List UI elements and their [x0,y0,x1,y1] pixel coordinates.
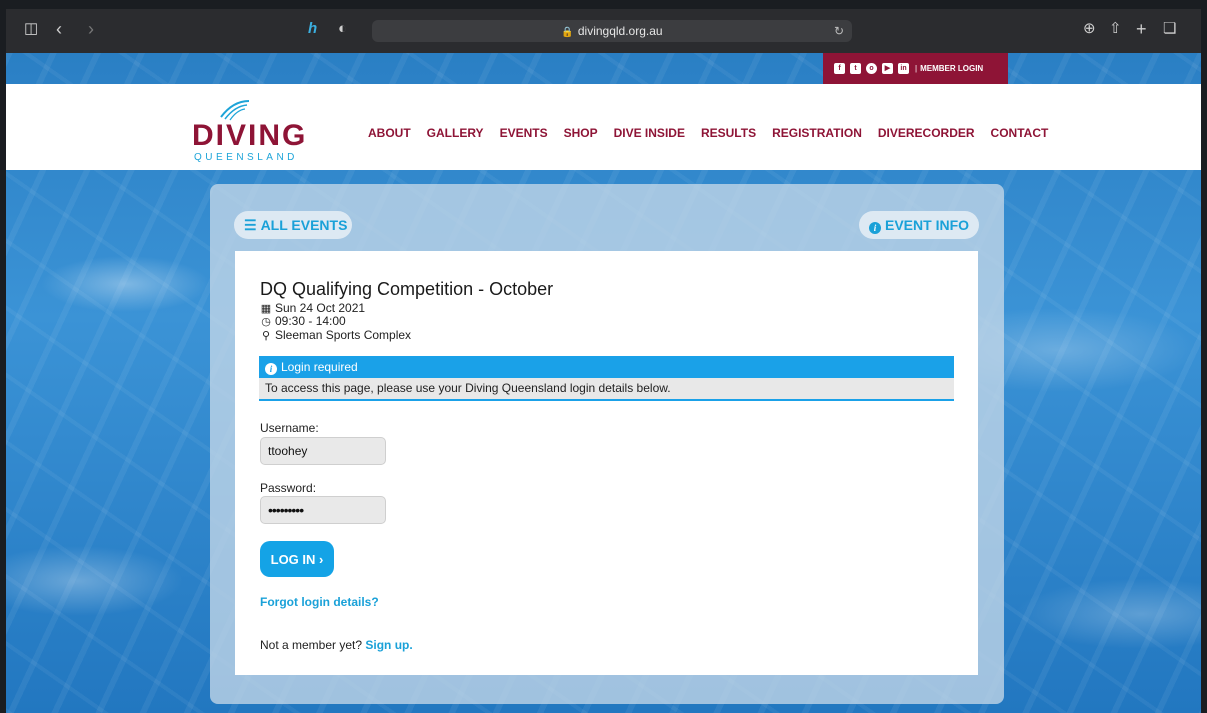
chevron-right-icon: › [319,552,324,567]
web-page: f t o ▶ in | MEMBER LOGIN DIVING QUEENSL… [6,53,1201,713]
privacy-shield-icon[interactable]: ◐ [338,19,347,39]
url-text: divingqld.org.au [577,24,663,38]
lock-icon: 🔒 [561,27,574,38]
event-time: ◷ 09:30 - 14:00 [260,314,346,329]
username-input[interactable]: ttoohey [260,437,386,465]
nav-gallery[interactable]: GALLERY [427,125,484,141]
forgot-login-link[interactable]: Forgot login details? [260,595,379,609]
reload-icon[interactable]: ↻ [834,20,844,42]
not-member-text: Not a member yet? [260,638,363,652]
twitter-icon[interactable]: t [850,63,861,74]
alert-heading-text: Login required [281,360,358,374]
nav-events[interactable]: EVENTS [500,125,548,141]
event-date-text: Sun 24 Oct 2021 [275,301,366,315]
event-title: DQ Qualifying Competition - October [260,279,554,299]
alert-info-icon: i [265,363,277,375]
facebook-icon[interactable]: f [834,63,845,74]
all-events-button[interactable]: ☰ ALL EVENTS [234,211,352,239]
nav-about[interactable]: ABOUT [368,125,411,141]
clock-icon: ◷ [261,316,271,328]
youtube-icon[interactable]: ▶ [882,63,893,74]
browser-toolbar: ◫ ‹ › h ◐ 🔒 divingqld.org.au ↻ ⊕ ⇧ + ❏ [6,9,1201,53]
event-venue: ⚲ Sleeman Sports Complex [260,328,411,343]
tabs-icon[interactable]: ❏ [1163,19,1176,39]
back-icon[interactable]: ‹ [56,19,62,39]
nav-contact[interactable]: CONTACT [991,125,1049,141]
logo-wordmark: DIVING [192,119,308,152]
nav-registration[interactable]: REGISTRATION [772,125,862,141]
instagram-icon[interactable]: o [866,63,877,74]
social-bar: f t o ▶ in | MEMBER LOGIN [823,53,1008,84]
login-card: DQ Qualifying Competition - October ▦ Sun… [235,251,978,675]
logo-subtitle: QUEENSLAND [194,152,298,163]
extension-icon[interactable]: h [308,19,317,39]
new-tab-icon[interactable]: + [1136,19,1147,39]
address-bar[interactable]: 🔒 divingqld.org.au ↻ [372,20,852,42]
signup-link[interactable]: Sign up. [365,638,412,652]
nav-shop[interactable]: SHOP [564,125,598,141]
login-button-label: LOG IN [270,552,316,567]
event-panel: ☰ ALL EVENTS i EVENT INFO DQ Qualifying Co… [210,184,1004,704]
forward-icon[interactable]: › [88,19,94,39]
event-info-button[interactable]: i EVENT INFO [859,211,979,239]
sidebar-icon[interactable]: ◫ [24,19,38,39]
info-icon: i [869,222,881,234]
share-icon[interactable]: ⇧ [1109,19,1122,39]
site-header: DIVING QUEENSLAND ABOUT GALLERY EVENTS S… [6,84,1201,170]
username-label: Username: [260,421,319,435]
password-input[interactable]: ••••••••• [260,496,386,524]
swoosh-icon [220,100,250,121]
diving-queensland-logo[interactable]: DIVING QUEENSLAND [192,99,332,163]
signup-prompt: Not a member yet? Sign up. [260,638,413,652]
login-button[interactable]: LOG IN › [260,541,334,577]
main-nav: ABOUT GALLERY EVENTS SHOP DIVE INSIDE RE… [368,125,1064,141]
alert-message: To access this page, please use your Div… [259,378,954,401]
password-label: Password: [260,481,317,495]
nav-results[interactable]: RESULTS [701,125,756,141]
linkedin-icon[interactable]: in [898,63,909,74]
member-login-link[interactable]: MEMBER LOGIN [920,64,983,73]
social-separator: | [915,64,918,73]
list-icon: ☰ [244,217,257,233]
alert-heading: i Login required [259,356,954,378]
map-pin-icon: ⚲ [261,330,271,342]
event-venue-text: Sleeman Sports Complex [275,328,412,342]
event-time-text: 09:30 - 14:00 [275,314,346,328]
nav-diverecorder[interactable]: DIVERECORDER [878,125,975,141]
download-icon[interactable]: ⊕ [1083,19,1096,39]
nav-dive-inside[interactable]: DIVE INSIDE [614,125,685,141]
all-events-label: ALL EVENTS [260,217,348,233]
event-info-label: EVENT INFO [885,217,970,233]
